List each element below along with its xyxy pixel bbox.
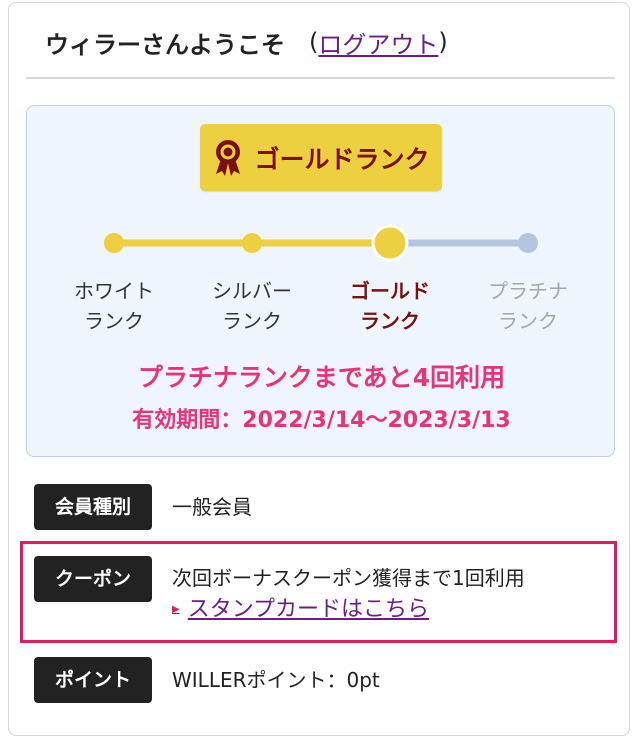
- step-dot-silver: [242, 233, 262, 253]
- coupon-tag: クーポン: [34, 556, 152, 602]
- welcome-header: ウィラーさんようこそ ( ログアウト ): [45, 21, 609, 63]
- points-row: ポイント WILLERポイント：0pt: [34, 657, 380, 703]
- triangle-right-icon: ▶: [172, 604, 180, 615]
- points-value: WILLERポイント：0pt: [172, 668, 380, 692]
- points-tag: ポイント: [34, 657, 152, 703]
- paren-close: ): [438, 28, 448, 56]
- header-divider: [26, 77, 615, 79]
- rank-step-platinum: プラチナ ランク: [488, 279, 568, 333]
- stamp-card-link-text: スタンプカードはこちら: [187, 597, 430, 622]
- coupon-message: 次回ボーナスクーポン獲得まで1回利用: [172, 566, 525, 590]
- coupon-row: クーポン 次回ボーナスクーポン獲得まで1回利用 ▶ スタンプカードはこちら: [34, 556, 525, 625]
- rank-step-silver: シルバー ランク: [212, 279, 292, 333]
- step-dot-white: [104, 233, 124, 253]
- rank-step-gold: ゴールド ランク: [350, 279, 430, 333]
- member-type-tag: 会員種別: [34, 484, 152, 530]
- welcome-text: ウィラーさんようこそ: [45, 30, 285, 59]
- step-dot-gold-current: [371, 224, 409, 262]
- rank-panel: ゴールドランク ホワイト ランク シルバー ランク ゴールド ランク プラチナ …: [26, 105, 615, 457]
- member-type-row: 会員種別 一般会員: [34, 484, 252, 530]
- rank-step-white: ホワイト ランク: [74, 279, 154, 333]
- coupon-details: 次回ボーナスクーポン獲得まで1回利用 ▶ スタンプカードはこちら: [172, 556, 525, 625]
- paren-open: (: [309, 28, 319, 56]
- step-dot-platinum: [518, 233, 538, 253]
- stamp-card-link[interactable]: ▶ スタンプカードはこちら: [172, 595, 525, 625]
- member-type-value: 一般会員: [172, 495, 252, 519]
- next-rank-message: プラチナランクまであと4回利用: [137, 363, 506, 392]
- rank-validity-period: 有効期間：2022/3/14〜2023/3/13: [132, 408, 511, 433]
- logout-link[interactable]: ログアウト: [318, 25, 438, 60]
